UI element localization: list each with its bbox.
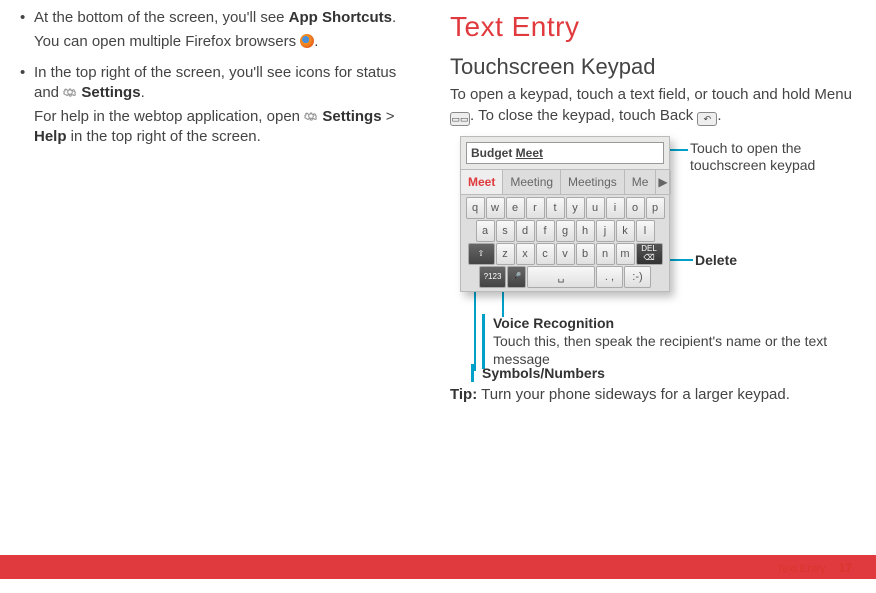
space-key[interactable]: ␣	[527, 266, 595, 288]
text: . To close the keypad, touch Back	[470, 107, 697, 124]
key-b[interactable]: b	[576, 243, 595, 265]
key-p[interactable]: p	[646, 197, 665, 219]
suggestion[interactable]: Meetings	[561, 170, 625, 194]
app-shortcuts-label: App Shortcuts	[289, 9, 392, 26]
key-d[interactable]: d	[516, 220, 535, 242]
text: in the top right of the screen.	[67, 128, 261, 145]
page-number: 17	[839, 561, 852, 575]
shift-key[interactable]: ⇧	[468, 243, 495, 265]
keypad-mock: Budget Meet Meet Meeting Meetings Me ▶ q…	[460, 136, 670, 292]
left-column: • At the bottom of the screen, you'll se…	[20, 8, 420, 540]
input-word-active: Meet	[516, 146, 543, 160]
key-v[interactable]: v	[556, 243, 575, 265]
menu-icon: ▭▭	[450, 112, 470, 126]
text: For help in the webtop application, open	[34, 108, 304, 125]
text: At the bottom of the screen, you'll see	[34, 9, 289, 26]
delete-key[interactable]: DEL⌫	[636, 243, 663, 265]
text: .	[392, 9, 396, 26]
key-i[interactable]: i	[606, 197, 625, 219]
sub-heading: Touchscreen Keypad	[450, 52, 856, 82]
callout-voice: Voice Recognition Touch this, then speak…	[482, 314, 842, 371]
key-x[interactable]: x	[516, 243, 535, 265]
key-g[interactable]: g	[556, 220, 575, 242]
bullet: •	[20, 8, 34, 28]
footer-section: Text Entry	[777, 563, 826, 575]
key-u[interactable]: u	[586, 197, 605, 219]
section-heading: Text Entry	[450, 8, 856, 46]
voice-key[interactable]: 🎤	[507, 266, 526, 288]
key-k[interactable]: k	[616, 220, 635, 242]
keypad-text-field[interactable]: Budget Meet	[466, 142, 664, 164]
settings-label: Settings	[81, 84, 140, 101]
callout-line	[474, 291, 476, 371]
key-q[interactable]: q	[466, 197, 485, 219]
right-column: Text Entry Touchscreen Keypad To open a …	[450, 8, 856, 540]
tip-label: Tip:	[450, 386, 477, 403]
key-t[interactable]: t	[546, 197, 565, 219]
smiley-key[interactable]: :-)	[624, 266, 651, 288]
keypad-diagram: Budget Meet Meet Meeting Meetings Me ▶ q…	[450, 136, 856, 381]
key-m[interactable]: m	[616, 243, 635, 265]
text: You can open multiple Firefox browsers	[34, 33, 300, 50]
text: .	[717, 107, 721, 124]
key-e[interactable]: e	[506, 197, 525, 219]
text: >	[382, 108, 395, 125]
help-label: Help	[34, 128, 67, 145]
key-f[interactable]: f	[536, 220, 555, 242]
key-y[interactable]: y	[566, 197, 585, 219]
suggestion-bar[interactable]: Meet Meeting Meetings Me ▶	[461, 169, 669, 195]
back-icon: ↶	[697, 112, 717, 126]
suggestion[interactable]: Me	[625, 170, 657, 194]
text: To open a keypad, touch a text field, or…	[450, 86, 852, 103]
key-c[interactable]: c	[536, 243, 555, 265]
gear-icon	[304, 108, 318, 125]
bullet: •	[20, 63, 34, 104]
callout-open-keypad: Touch to open the touchscreen keypad	[690, 140, 850, 175]
gear-icon	[63, 84, 77, 101]
key-a[interactable]: a	[476, 220, 495, 242]
input-word: Budget	[471, 146, 512, 160]
key-w[interactable]: w	[486, 197, 505, 219]
punct-key[interactable]: . ,	[596, 266, 623, 288]
footer-bar	[0, 555, 876, 579]
key-o[interactable]: o	[626, 197, 645, 219]
suggestion-active[interactable]: Meet	[461, 170, 503, 194]
firefox-icon	[300, 34, 314, 48]
key-n[interactable]: n	[596, 243, 615, 265]
text: .	[141, 84, 145, 101]
key-r[interactable]: r	[526, 197, 545, 219]
text: .	[314, 33, 318, 50]
key-h[interactable]: h	[576, 220, 595, 242]
key-l[interactable]: l	[636, 220, 655, 242]
suggestion-more-icon[interactable]: ▶	[656, 170, 670, 194]
footer-text: Text Entry 17	[777, 561, 852, 575]
key-z[interactable]: z	[496, 243, 515, 265]
callout-symbols: Symbols/Numbers	[482, 364, 605, 384]
suggestion[interactable]: Meeting	[503, 170, 561, 194]
callout-delete: Delete	[695, 252, 737, 270]
symbols-key[interactable]: ?123	[479, 266, 506, 288]
settings-label: Settings	[322, 108, 381, 125]
key-j[interactable]: j	[596, 220, 615, 242]
tip-body: Turn your phone sideways for a larger ke…	[477, 386, 790, 403]
key-s[interactable]: s	[496, 220, 515, 242]
